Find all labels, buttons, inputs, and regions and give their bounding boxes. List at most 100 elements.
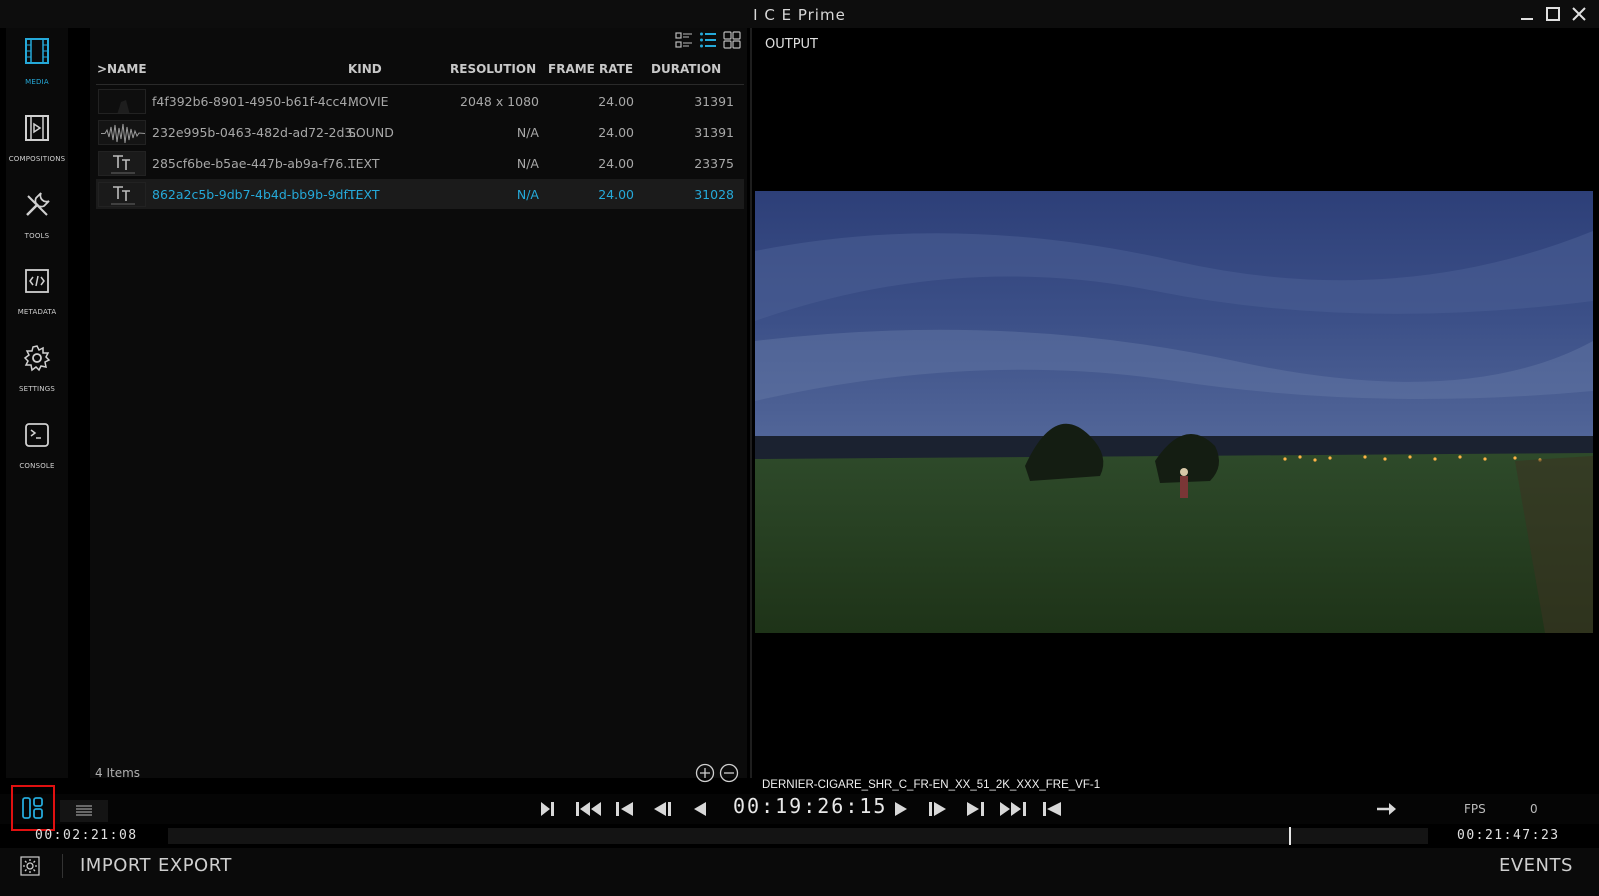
step-back-button[interactable] [650, 798, 676, 820]
minimize-button[interactable] [1517, 4, 1537, 24]
column-header-frame-rate[interactable]: FRAME RATE [548, 62, 633, 76]
skip-forward-icon [1000, 802, 1026, 816]
text-thumbnail [98, 151, 146, 176]
sidebar: MEDIA COMPOSITIONS TOOLS METADATA SETTIN… [6, 28, 68, 778]
preview-frame-image [755, 191, 1593, 633]
clip-name: DERNIER-CIGARE_SHR_C_FR-EN_XX_51_2K_XXX_… [762, 779, 1101, 791]
table-row[interactable]: 862a2c5b-9db7-4b4d-bb9b-9df... TEXT N/A … [96, 179, 744, 209]
import-button[interactable]: IMPORT [80, 855, 151, 876]
sidebar-item-tools[interactable]: TOOLS [6, 182, 68, 252]
view-mode-switcher [675, 31, 741, 49]
sidebar-item-label: MEDIA [25, 78, 49, 86]
skip-to-next-icon [967, 802, 984, 816]
code-icon [25, 269, 49, 293]
output-label: OUTPUT [765, 37, 818, 52]
column-header-resolution[interactable]: RESOLUTION [450, 62, 536, 76]
table-row[interactable]: 232e995b-0463-482d-ad72-2d3... SOUND N/A… [96, 117, 744, 147]
timeline-end-timecode: 00:21:47:23 [1457, 828, 1560, 843]
sidebar-item-label: METADATA [17, 308, 57, 316]
sidebar-item-media[interactable]: MEDIA [6, 28, 68, 98]
table-row[interactable]: 285cf6be-b5ae-447b-ab9a-f76... TEXT N/A … [96, 148, 744, 178]
maximize-button[interactable] [1543, 4, 1563, 24]
play-reverse-icon [694, 802, 706, 816]
minus-circle-icon [719, 763, 739, 783]
bottom-bar: IMPORT EXPORT EVENTS [0, 848, 1599, 896]
previous-frame-boundary-button[interactable] [613, 798, 639, 820]
close-button[interactable] [1569, 4, 1589, 24]
row-kind: SOUND [348, 125, 394, 140]
window-title: I C E Prime [753, 6, 846, 24]
direction-toggle-button[interactable] [1374, 798, 1400, 820]
row-kind: MOVIE [348, 94, 389, 109]
step-back-icon [654, 802, 671, 816]
timeline-start-timecode: 00:02:21:08 [35, 828, 138, 843]
play-reverse-button[interactable] [688, 798, 714, 820]
text-thumbnail [98, 182, 146, 207]
column-header-name[interactable]: >NAME [97, 62, 147, 76]
lines-icon [76, 805, 92, 816]
transport-bar: 00:19:26:15 FPS 0 [0, 794, 1599, 824]
row-resolution: N/A [516, 125, 539, 140]
play-icon [895, 802, 907, 816]
row-duration: 31028 [694, 187, 734, 202]
timeline-row: 00:02:21:08 00:21:47:23 [0, 824, 1599, 846]
events-button[interactable]: EVENTS [1499, 855, 1573, 876]
sidebar-item-label: CONSOLE [19, 462, 55, 470]
list-icon [700, 32, 716, 48]
minimize-icon [1521, 18, 1533, 20]
zoom-in-button[interactable] [695, 763, 715, 787]
table-row[interactable]: f4f392b6-8901-4950-b61f-4cc4... MOVIE 20… [96, 86, 744, 116]
step-forward-button[interactable] [925, 798, 951, 820]
row-name: f4f392b6-8901-4950-b61f-4cc4... [152, 94, 360, 109]
media-panel: >NAME KIND RESOLUTION FRAME RATE DURATIO… [90, 28, 747, 783]
row-name: 232e995b-0463-482d-ad72-2d3... [152, 125, 365, 140]
playhead[interactable] [1289, 827, 1292, 845]
sidebar-item-metadata[interactable]: METADATA [6, 258, 68, 328]
next-frame-boundary-button[interactable] [962, 798, 988, 820]
gear-icon [23, 345, 51, 372]
detail-view-button[interactable] [675, 31, 693, 49]
skip-back-button[interactable] [574, 798, 601, 820]
row-duration: 31391 [694, 94, 734, 109]
layout-panels-icon [22, 797, 43, 819]
header-divider [96, 84, 744, 85]
gear-icon [20, 856, 40, 876]
row-kind: TEXT [348, 187, 380, 202]
play-button[interactable] [889, 798, 915, 820]
go-to-in-point-button[interactable] [537, 798, 563, 820]
timeline-scrubber[interactable] [168, 827, 1428, 845]
arrow-right-icon [1377, 803, 1396, 815]
list-view-button[interactable] [699, 31, 717, 49]
export-button[interactable]: EXPORT [158, 855, 232, 876]
film-icon [25, 38, 49, 64]
timeline-view-button[interactable] [60, 800, 108, 822]
panel-divider[interactable] [750, 28, 752, 778]
fps-label: FPS [1464, 802, 1486, 816]
preferences-button[interactable] [20, 856, 40, 876]
sidebar-item-console[interactable]: CONSOLE [6, 412, 68, 482]
column-header-duration[interactable]: DURATION [651, 62, 721, 76]
terminal-icon [25, 423, 49, 447]
go-to-out-point-button[interactable] [1039, 798, 1065, 820]
zoom-out-button[interactable] [719, 763, 739, 787]
current-timecode: 00:19:26:15 [733, 794, 888, 818]
sidebar-item-label: COMPOSITIONS [8, 155, 66, 163]
tools-icon [26, 192, 50, 216]
row-duration: 23375 [694, 156, 734, 171]
sidebar-item-compositions[interactable]: COMPOSITIONS [6, 105, 68, 175]
grid-view-button[interactable] [723, 31, 741, 49]
skip-back-icon [576, 802, 601, 816]
output-panel: OUTPUT DERNIER-CIGARE_SHR_C_FR-EN_XX_51_… [753, 28, 1599, 798]
title-bar: I C E Prime [0, 0, 1599, 28]
window-controls [1517, 4, 1589, 24]
close-icon [1572, 7, 1586, 21]
plus-circle-icon [695, 763, 715, 783]
sidebar-item-label: SETTINGS [18, 385, 56, 393]
column-header-kind[interactable]: KIND [348, 62, 382, 76]
sidebar-item-settings[interactable]: SETTINGS [6, 335, 68, 405]
fps-value: 0 [1530, 802, 1538, 816]
row-duration: 31391 [694, 125, 734, 140]
skip-forward-button[interactable] [998, 798, 1026, 820]
row-frame-rate: 24.00 [598, 125, 634, 140]
row-frame-rate: 24.00 [598, 187, 634, 202]
